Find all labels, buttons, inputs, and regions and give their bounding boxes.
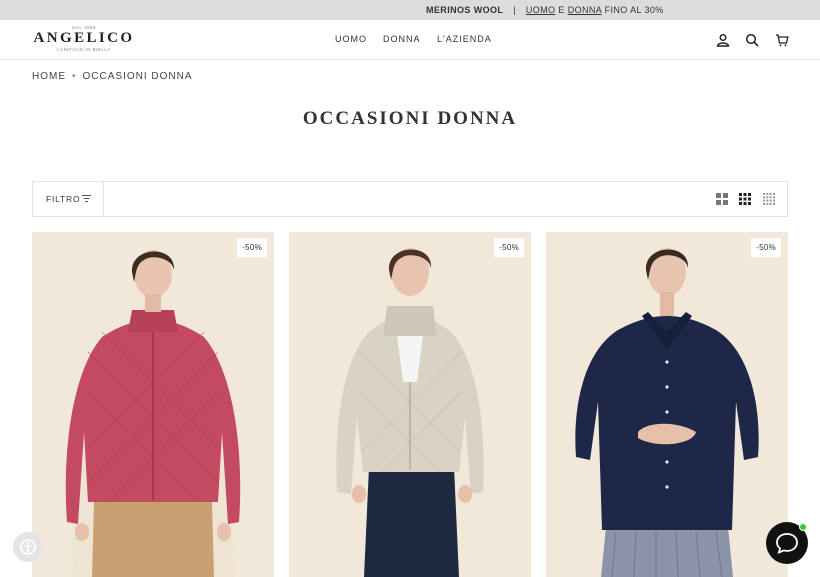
breadcrumb: HOME • OCCASIONI DONNA <box>32 71 193 82</box>
discount-badge: -50% <box>494 238 524 257</box>
discount-badge: -50% <box>237 238 267 257</box>
search-icon[interactable] <box>745 33 759 47</box>
announce-rest: FINO AL 30% <box>604 5 664 15</box>
product-image <box>32 232 274 577</box>
announcement-bar: MERINOS WOOL | UOMO E DONNA FINO AL 30% <box>0 0 820 20</box>
grid-3-columns-icon[interactable] <box>739 193 751 205</box>
filter-button[interactable]: FILTRO <box>33 182 104 216</box>
collection-toolbar: FILTRO <box>32 181 788 217</box>
logo-tagline: LANIFICIO IN BIELLA <box>57 47 111 52</box>
breadcrumb-current: OCCASIONI DONNA <box>82 71 193 82</box>
cart-icon[interactable] <box>775 33 789 47</box>
grid-4-columns-icon[interactable] <box>763 193 775 205</box>
accessibility-button[interactable] <box>13 532 43 562</box>
nav-item-azienda[interactable]: L'AZIENDA <box>437 34 492 44</box>
product-card[interactable]: -50% <box>546 232 788 577</box>
account-icon[interactable] <box>716 33 730 47</box>
accessibility-icon <box>20 539 36 555</box>
filter-icon <box>82 195 91 202</box>
grid-2-columns-icon[interactable] <box>716 193 728 205</box>
breadcrumb-home[interactable]: HOME <box>32 71 66 82</box>
discount-badge: -50% <box>751 238 781 257</box>
brand-logo[interactable]: DAL 1899 ANGELICO LANIFICIO IN BIELLA <box>31 25 137 55</box>
product-image <box>289 232 531 577</box>
announce-separator: | <box>513 5 516 15</box>
nav-item-uomo[interactable]: UOMO <box>335 34 367 44</box>
product-card[interactable]: -50% <box>289 232 531 577</box>
product-card[interactable]: -50% <box>32 232 274 577</box>
announce-title: MERINOS WOOL <box>426 5 504 15</box>
announce-link-donna[interactable]: DONNA <box>568 5 602 15</box>
breadcrumb-separator: • <box>72 71 77 82</box>
chat-button[interactable] <box>766 522 808 564</box>
logo-brand: ANGELICO <box>33 30 135 46</box>
filter-label: FILTRO <box>46 194 81 204</box>
announce-and: E <box>558 5 565 15</box>
online-status-dot <box>799 523 807 531</box>
site-header: DAL 1899 ANGELICO LANIFICIO IN BIELLA UO… <box>0 20 820 60</box>
nav-item-donna[interactable]: DONNA <box>383 34 421 44</box>
announce-link-uomo[interactable]: UOMO <box>526 5 556 15</box>
page-title: OCCASIONI DONNA <box>302 108 518 129</box>
product-image <box>546 232 788 577</box>
